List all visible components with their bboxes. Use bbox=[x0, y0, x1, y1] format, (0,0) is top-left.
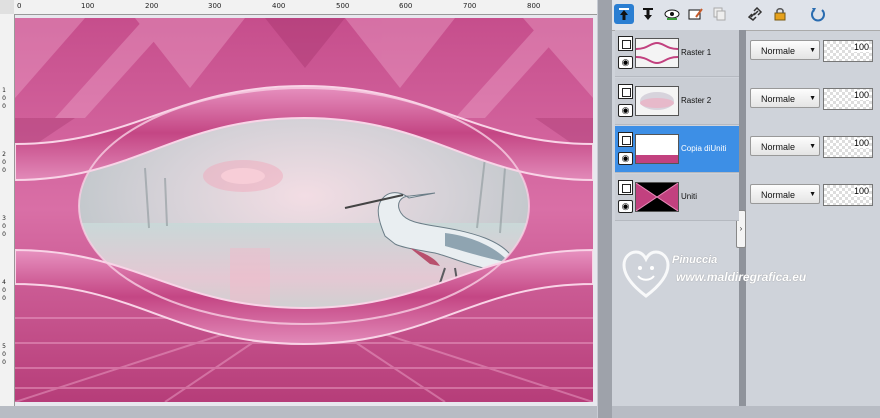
ruler-label: 300 bbox=[208, 2, 222, 10]
ruler-label: 700 bbox=[463, 2, 477, 10]
layer-props-copia-diuniti: Normale ▼ 100 bbox=[748, 126, 880, 172]
layer-props-raster-2: Normale ▼ 100 bbox=[748, 78, 880, 124]
layer-thumbnail bbox=[635, 134, 679, 164]
ruler-top: 0 100 200 300 400 500 600 700 800 bbox=[14, 0, 597, 15]
blend-mode-value: Normale bbox=[761, 142, 796, 152]
ruler-label: 600 bbox=[399, 2, 413, 10]
ruler-label: 0 bbox=[17, 2, 22, 10]
layer-row-raster-1[interactable]: ◉ Raster 1 bbox=[615, 30, 739, 77]
ruler-label: 400 bbox=[272, 2, 286, 10]
ruler-label: 0 bbox=[2, 95, 6, 102]
layer-row-raster-2[interactable]: ◉ Raster 2 bbox=[615, 78, 739, 125]
ruler-label: 0 bbox=[2, 287, 6, 294]
opacity-value: 100 bbox=[853, 186, 869, 196]
ruler-label: 200 bbox=[145, 2, 159, 10]
watermark: Pinuccia www.maldiregrafica.eu bbox=[622, 250, 862, 310]
chevron-down-icon: ▼ bbox=[809, 191, 816, 198]
ruler-label: 0 bbox=[2, 159, 6, 166]
ruler-label: 0 bbox=[2, 167, 6, 174]
panel-splitter[interactable] bbox=[598, 0, 612, 418]
horizontal-scrollbar[interactable] bbox=[0, 406, 597, 418]
ruler-label: 1 bbox=[2, 87, 6, 94]
blend-mode-select[interactable]: Normale ▼ bbox=[750, 88, 820, 108]
ruler-label: 0 bbox=[2, 351, 6, 358]
ruler-label: 100 bbox=[81, 2, 95, 10]
blend-mode-value: Normale bbox=[761, 190, 796, 200]
layers-toolbar bbox=[612, 0, 880, 31]
layer-type-icon bbox=[618, 36, 633, 51]
lock-icon[interactable] bbox=[770, 4, 790, 24]
duplicate-layer-icon[interactable] bbox=[710, 4, 730, 24]
watermark-url: www.maldiregrafica.eu bbox=[676, 270, 807, 284]
canvas-image[interactable] bbox=[15, 18, 593, 402]
ruler-corner bbox=[0, 0, 15, 15]
ruler-label: 500 bbox=[336, 2, 350, 10]
opacity-field[interactable]: 100 bbox=[823, 88, 873, 110]
opacity-value: 100 bbox=[853, 138, 869, 148]
ruler-label: 4 bbox=[2, 279, 6, 286]
blend-mode-select[interactable]: Normale ▼ bbox=[750, 136, 820, 156]
edit-layer-icon[interactable] bbox=[686, 4, 706, 24]
ruler-label: 5 bbox=[2, 343, 6, 350]
eye-icon[interactable]: ◉ bbox=[618, 200, 633, 213]
layer-thumbnail bbox=[635, 86, 679, 116]
layer-type-icon bbox=[618, 180, 633, 195]
ruler-label: 800 bbox=[527, 2, 541, 10]
opacity-field[interactable]: 100 bbox=[823, 136, 873, 158]
move-layer-up-icon[interactable] bbox=[614, 4, 634, 24]
move-layer-down-icon[interactable] bbox=[638, 4, 658, 24]
opacity-value: 100 bbox=[853, 90, 869, 100]
layer-name: Copia diUniti bbox=[681, 144, 727, 153]
visibility-icon[interactable] bbox=[662, 4, 682, 24]
panel-bottom-bar bbox=[612, 406, 880, 418]
layer-props-raster-1: Normale ▼ 100 bbox=[748, 30, 880, 76]
layer-row-copia-diuniti[interactable]: ◉ Copia diUniti bbox=[615, 126, 739, 173]
blend-mode-select[interactable]: Normale ▼ bbox=[750, 40, 820, 60]
layer-name: Raster 2 bbox=[681, 96, 712, 105]
layer-name: Raster 1 bbox=[681, 48, 712, 57]
watermark-name: Pinuccia bbox=[672, 254, 718, 266]
chevron-down-icon: ▼ bbox=[809, 95, 816, 102]
chevron-down-icon: ▼ bbox=[809, 143, 816, 150]
heart-logo-icon bbox=[622, 250, 670, 298]
opacity-value: 100 bbox=[853, 42, 869, 52]
ruler-label: 0 bbox=[2, 103, 6, 110]
layer-type-icon bbox=[618, 84, 633, 99]
layer-row-uniti[interactable]: ◉ Uniti bbox=[615, 174, 739, 221]
layer-thumbnail bbox=[635, 38, 679, 68]
eye-icon[interactable]: ◉ bbox=[618, 56, 633, 69]
ruler-label: 0 bbox=[2, 231, 6, 238]
layer-type-icon bbox=[618, 132, 633, 147]
layer-name: Uniti bbox=[681, 192, 698, 201]
opacity-field[interactable]: 100 bbox=[823, 40, 873, 62]
layer-props-uniti: Normale ▼ 100 bbox=[748, 174, 880, 220]
blend-mode-value: Normale bbox=[761, 46, 796, 56]
canvas-area[interactable]: 0 100 200 300 400 500 600 700 800 1 0 0 … bbox=[0, 0, 597, 418]
ruler-label: 3 bbox=[2, 215, 6, 222]
refresh-icon[interactable] bbox=[808, 4, 828, 24]
ruler-label: 2 bbox=[2, 151, 6, 158]
artwork-image bbox=[15, 18, 593, 402]
blend-mode-select[interactable]: Normale ▼ bbox=[750, 184, 820, 204]
eye-icon[interactable]: ◉ bbox=[618, 152, 633, 165]
opacity-field[interactable]: 100 bbox=[823, 184, 873, 206]
chevron-down-icon: ▼ bbox=[809, 47, 816, 54]
ruler-label: 0 bbox=[2, 295, 6, 302]
ruler-left: 1 0 0 2 0 0 3 0 0 4 0 0 5 0 0 bbox=[0, 14, 15, 410]
layer-thumbnail bbox=[635, 182, 679, 212]
blend-mode-value: Normale bbox=[761, 94, 796, 104]
link-icon[interactable] bbox=[746, 4, 766, 24]
ruler-label: 0 bbox=[2, 223, 6, 230]
eye-icon[interactable]: ◉ bbox=[618, 104, 633, 117]
ruler-label: 0 bbox=[2, 359, 6, 366]
